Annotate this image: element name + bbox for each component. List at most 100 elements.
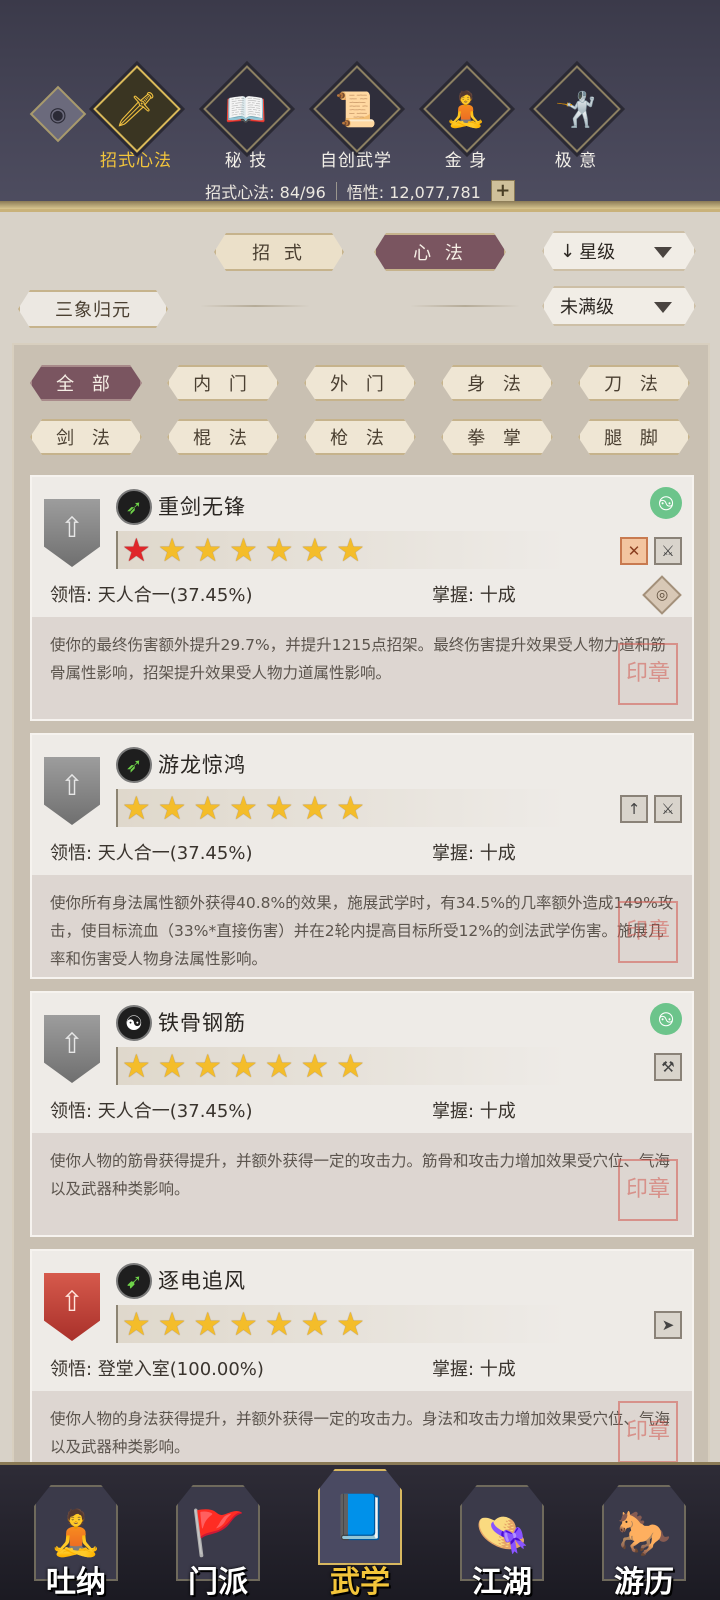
skill-card[interactable]: ⇧ ➶ 重剑无锋 ࿊ ★ ★ ★ ★ ★ ★ ★ ✕ ⚔ ◎ 领悟: 天人合一(37.45%… [30,475,694,721]
skill-name: 铁骨钢筋 [158,1011,246,1035]
upgrade-shield-icon[interactable]: ⇧ [44,1273,100,1341]
running-skill-icon: ➹ [116,1263,152,1299]
insight-level: 领悟: 登堂入室(100.00%) [50,1359,264,1380]
chevron-down-icon [654,302,672,313]
skill-count: 招式心法: 84/96 [205,183,326,202]
star-icon: ★ [193,1305,223,1343]
sort-dropdown[interactable]: ↓ 星级 [542,231,696,271]
sword-icon: 🗡 [114,90,158,130]
upgrade-shield-icon[interactable]: ⇧ [44,499,100,567]
add-insight-button[interactable]: + [490,180,515,202]
star-icon: ★ [122,1305,151,1343]
sword-weapon-icon[interactable]: ⚔ [654,795,682,823]
star-icon: ★ [264,1047,294,1085]
insight-points: 悟性: 12,077,781 [346,183,481,202]
skill-name: 游龙惊鸿 [158,753,246,777]
skill-card[interactable]: ⇧ ➶ 游龙惊鸿 ★ ★ ★ ★ ★ ★ ★ ↑ ⚔ 领悟: 天人合一(37.45%) 掌握… [30,733,694,979]
hammer-icon[interactable]: ⚒ [654,1053,682,1081]
scroll-icon: 📜 [334,90,378,130]
seal-stamp: 印章 [618,1159,678,1221]
star-rating: ★ ★ ★ ★ ★ ★ ★ [116,531,566,569]
nav-travel[interactable]: 🐎 游历 [588,1485,700,1600]
yin-yang-icon: ☯ [116,1005,152,1041]
manual-icon: 📘 [318,1469,402,1565]
skill-name: 逐电追风 [158,1269,246,1293]
filter-outer[interactable]: 外 门 [304,365,416,401]
swirl-icon: ࿊ [650,487,682,519]
skill-description: 使你人物的筋骨获得提升，并额外获得一定的攻击力。筋骨和攻击力增加效果受穴位、气海… [32,1133,692,1235]
skill-name: 重剑无锋 [158,495,246,519]
star-icon: ★ [264,789,294,827]
star-icon: ★ [264,1305,294,1343]
star-rating: ★ ★ ★ ★ ★ ★ ★ [116,789,566,827]
filter-inner[interactable]: 内 门 [167,365,279,401]
star-icon: ★ [157,1305,187,1343]
stats-bar: 招式心法: 84/96 悟性: 12,077,781 + [0,178,720,204]
filter-staff[interactable]: 棍 法 [167,419,279,455]
star-icon: ★ [157,1047,187,1085]
star-icon: ★ [122,1047,151,1085]
insight-level: 领悟: 天人合一(37.45%) [50,585,253,606]
mastery-level: 掌握: 十成 [432,843,516,864]
star-icon: ★ [193,1047,223,1085]
nav-martial-arts[interactable]: 📘 武学 [304,1469,416,1600]
skill-card[interactable]: ⇧ ☯ 铁骨钢筋 ࿊ ★ ★ ★ ★ ★ ★ ★ ⚒ 领悟: 天人合一(37.45%) 掌握… [30,991,694,1237]
star-icon: ★ [336,789,365,827]
mastery-level: 掌握: 十成 [432,1359,516,1380]
star-icon: ★ [336,1305,365,1343]
star-icon: ★ [300,1305,330,1343]
seal-stamp: 印章 [618,643,678,705]
spiral-icon: ◎ [642,575,682,615]
tab-moves[interactable]: 招 式 [214,233,344,271]
upgrade-shield-icon[interactable]: ⇧ [44,757,100,825]
filter-all[interactable]: 全 部 [30,365,142,401]
nav-jianghu[interactable]: 👒 江湖 [446,1485,558,1600]
runner-icon[interactable]: ➤ [654,1311,682,1339]
red-star-icon: ★ [122,531,151,569]
sort-label: 星级 [579,242,616,263]
swirl-icon: ࿊ [650,1003,682,1035]
star-icon: ★ [157,789,187,827]
star-icon: ★ [300,531,330,569]
star-icon: ★ [122,789,151,827]
filter-leg[interactable]: 腿 脚 [578,419,690,455]
star-icon: ★ [229,1305,258,1343]
star-icon: ★ [264,531,294,569]
star-icon: ★ [193,789,223,827]
skill-panel: 全 部 内 门 外 门 身 法 刀 法 剑 法 棍 法 枪 法 拳 掌 腿 脚 … [12,343,710,1473]
tab-mind[interactable]: 心 法 [374,233,506,271]
filter-sword[interactable]: 剑 法 [30,419,142,455]
insight-level: 领悟: 天人合一(37.45%) [50,1101,253,1122]
upgrade-shield-icon[interactable]: ⇧ [44,1015,100,1083]
filter-movement[interactable]: 身 法 [441,365,553,401]
star-icon: ★ [229,1047,258,1085]
skill-description: 使你的最终伤害额外提升29.7%，并提升1215点招架。最终伤害提升效果受人物力… [32,617,692,719]
filter-spear[interactable]: 枪 法 [304,419,416,455]
fighter-icon: 🤺 [554,90,598,130]
filter-fist[interactable]: 拳 掌 [441,419,553,455]
star-icon: ★ [336,1047,365,1085]
sword-skill-icon: ➶ [116,489,152,525]
star-icon: ★ [193,531,223,569]
filter-status-dropdown[interactable]: 未满级 [542,286,696,326]
skill-card[interactable]: ⇧ ➹ 逐电追风 ★ ★ ★ ★ ★ ★ ★ ➤ 领悟: 登堂入室(100.00%) 掌握:… [30,1249,694,1471]
sort-arrow-icon: ↓ [560,240,576,262]
star-icon: ★ [157,531,187,569]
filter-blade[interactable]: 刀 法 [578,365,690,401]
star-icon: ★ [229,789,258,827]
set-name-button[interactable]: 三象归元 [18,290,168,328]
needle-icon[interactable]: ↑ [620,795,648,823]
filter-status-label: 未满级 [560,297,614,318]
skill-description: 使你人物的身法获得提升，并额外获得一定的攻击力。身法和攻击力增加效果受穴位、气海… [32,1391,692,1471]
eye-icon[interactable]: ◉ [29,85,87,143]
sword-skill-icon: ➶ [116,747,152,783]
insight-level: 领悟: 天人合一(37.45%) [50,843,253,864]
divider [335,182,337,200]
star-rating: ★ ★ ★ ★ ★ ★ ★ [116,1305,566,1343]
bottom-nav: 🧘 吐纳 🚩 门派 📘 武学 👒 江湖 🐎 游历 [0,1462,720,1600]
category-header: ◉ 🗡 招式心法 📖 秘 技 📜 自创武学 🧘 金 身 🤺 极 意 招式心法: … [0,0,720,212]
sword-weapon-icon[interactable]: ⚔ [654,537,682,565]
crossed-swords-icon[interactable]: ✕ [620,537,648,565]
nav-sect[interactable]: 🚩 门派 [162,1485,274,1600]
nav-breathing[interactable]: 🧘 吐纳 [20,1485,132,1600]
